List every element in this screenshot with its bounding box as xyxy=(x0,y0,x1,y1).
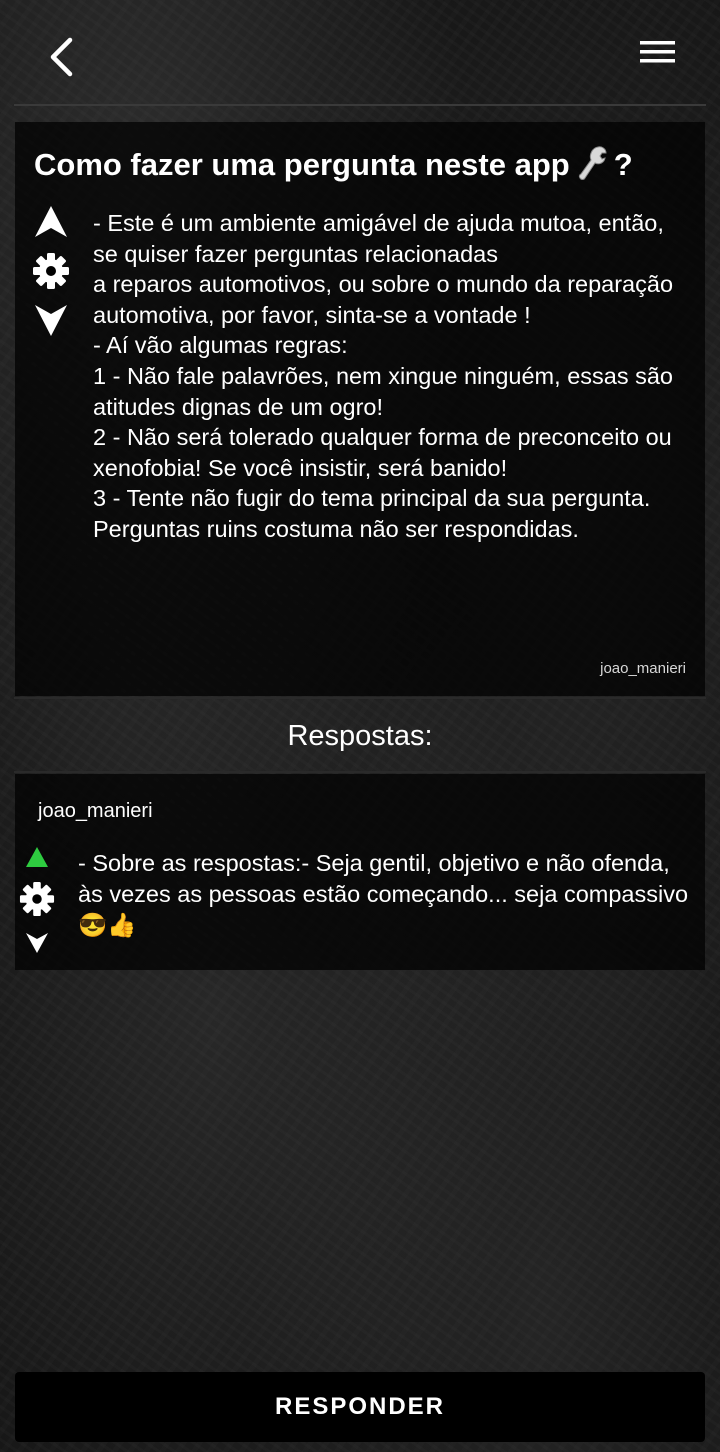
downvote-arrow-icon[interactable] xyxy=(25,932,49,954)
answers-divider-bottom xyxy=(14,771,706,773)
answers-heading: Respostas: xyxy=(287,720,433,752)
top-bar xyxy=(0,0,720,106)
menu-button[interactable] xyxy=(636,36,680,70)
hamburger-menu-icon xyxy=(640,41,675,63)
header-divider xyxy=(14,104,706,106)
answer-body: - Sobre as respostas:- Seja gentil, obje… xyxy=(78,850,689,938)
question-body: - Este é um ambiente amigável de ajuda m… xyxy=(93,210,674,542)
upvote-arrow-icon[interactable] xyxy=(33,204,69,238)
respond-button-label: RESPONDER xyxy=(274,1393,446,1420)
answer-vote-controls xyxy=(17,844,57,956)
answer-author[interactable]: joao_manieri xyxy=(38,798,153,824)
question-title: Como fazer uma pergunta neste app ? xyxy=(34,144,694,186)
answers-divider-top xyxy=(14,697,706,699)
gear-icon[interactable] xyxy=(19,881,55,917)
upvote-arrow-icon[interactable] xyxy=(25,846,49,868)
question-title-text: Como fazer uma pergunta neste app xyxy=(34,147,570,182)
wrench-icon xyxy=(578,145,608,181)
gear-icon[interactable] xyxy=(32,252,70,290)
question-author[interactable]: joao_manieri xyxy=(600,660,686,677)
downvote-arrow-icon[interactable] xyxy=(33,304,69,338)
chevron-left-icon xyxy=(50,37,73,77)
back-button[interactable] xyxy=(40,34,86,80)
question-title-suffix: ? xyxy=(613,147,633,182)
question-vote-controls xyxy=(30,204,72,340)
respond-button[interactable]: RESPONDER xyxy=(15,1372,705,1442)
